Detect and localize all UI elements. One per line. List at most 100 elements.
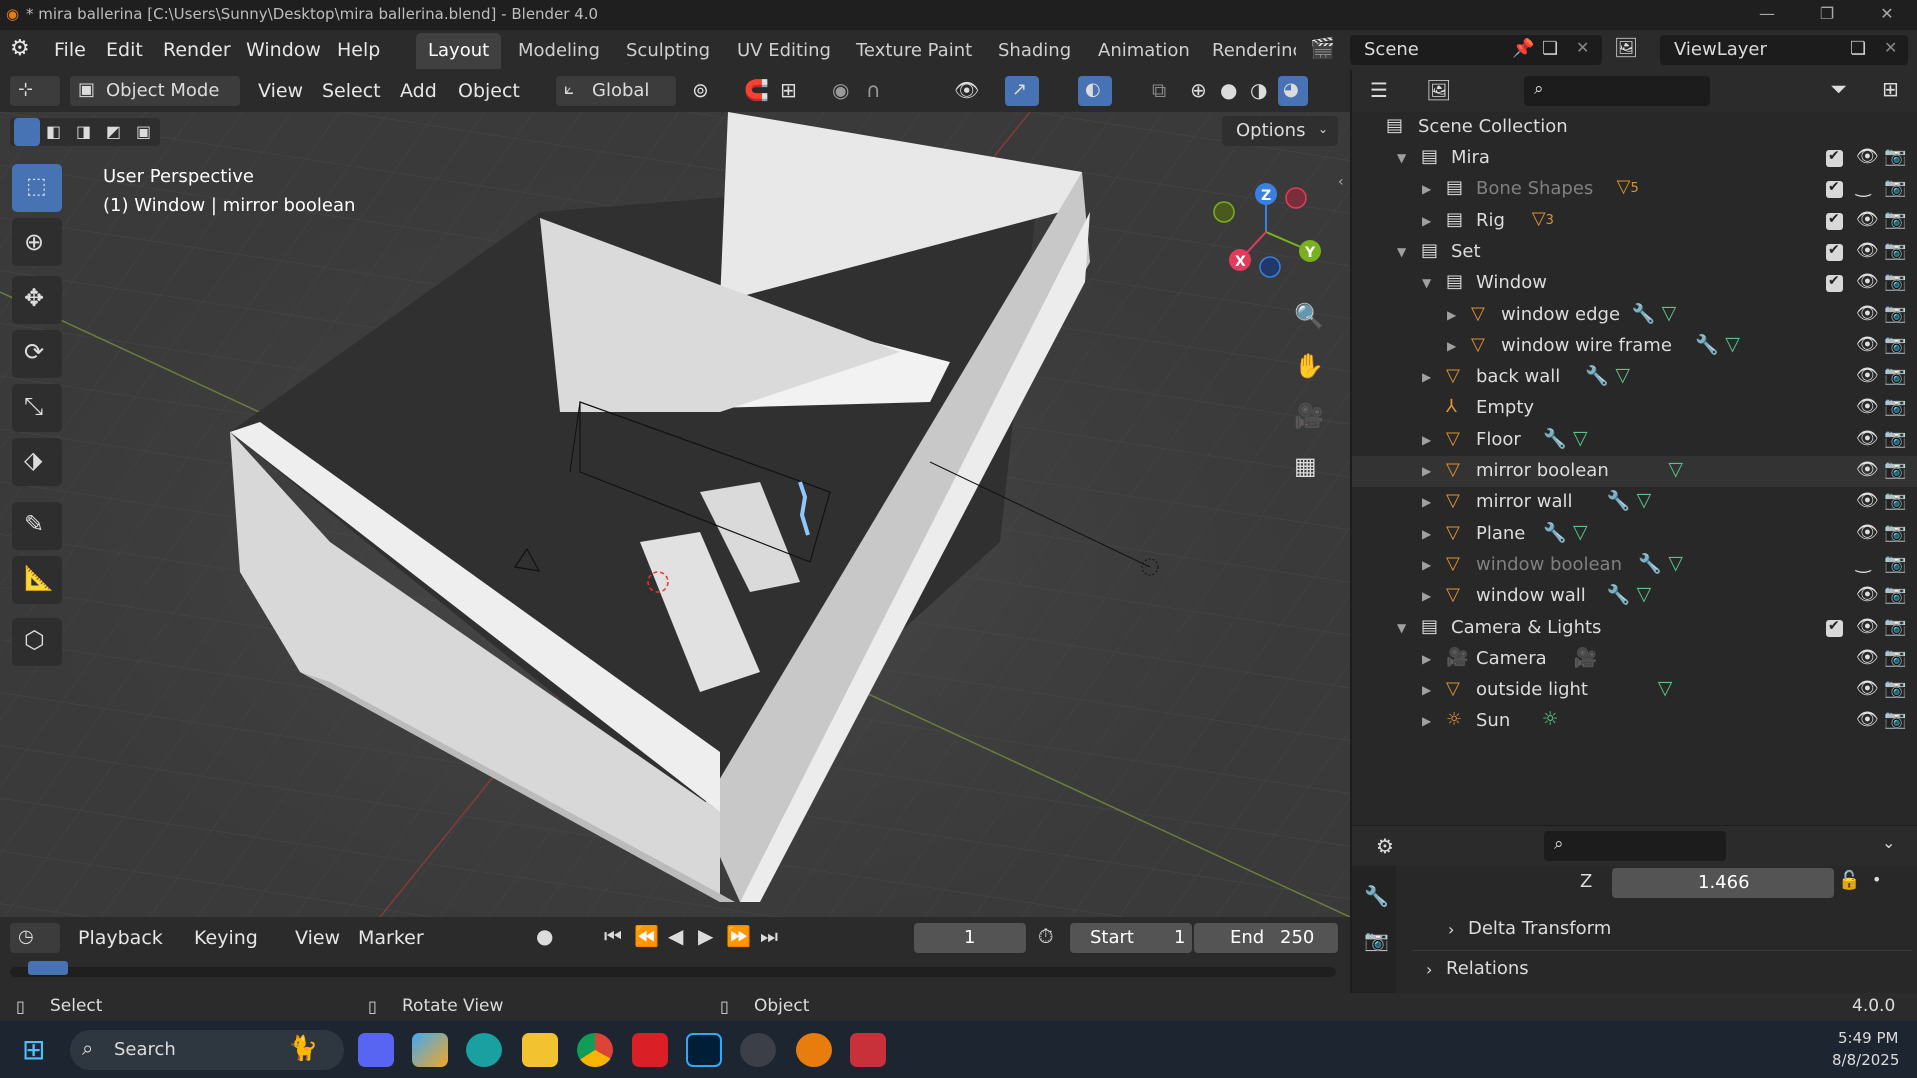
transform-orientation-dropdown[interactable]: ⟀ Global <box>556 76 676 106</box>
outliner-row-window[interactable]: ▼ ▤ Window 👁📷 <box>1352 268 1917 299</box>
select-intersect-icon[interactable]: ▣ <box>136 122 151 141</box>
visibility-eye-icon[interactable]: ‿ <box>1856 177 1870 198</box>
editor-type-button[interactable]: ⊹ <box>10 76 60 106</box>
timeline-editor-type-button[interactable]: ◷ <box>10 923 60 953</box>
rotate-tool[interactable]: ⟳ <box>12 330 62 378</box>
tab-sculpting[interactable]: Sculpting <box>614 33 722 69</box>
file-explorer-icon[interactable] <box>522 1033 558 1067</box>
outliner-row-mira[interactable]: ▼ ▤ Mira 👁📷 <box>1352 143 1917 174</box>
outliner-row-scene-collection[interactable]: ▤ Scene Collection <box>1352 112 1917 143</box>
exclude-checkbox[interactable] <box>1826 179 1843 199</box>
snap-icon[interactable]: 🧲 <box>744 78 769 102</box>
delete-scene-icon[interactable]: ✕ <box>1576 38 1589 57</box>
select-subtract-icon[interactable]: ◨ <box>76 122 91 141</box>
outliner-row-mirror-wall[interactable]: ▶ ▽ mirror wall 🔧 ▽ 👁 📷 <box>1352 487 1917 518</box>
camera-view-icon[interactable]: 🎥 <box>1294 402 1324 430</box>
exclude-checkbox[interactable] <box>1826 273 1843 293</box>
visibility-eye-icon[interactable]: 👁 <box>1856 303 1879 324</box>
tab-shading[interactable]: Shading <box>986 33 1083 69</box>
menu-file[interactable]: File <box>54 39 86 61</box>
keyframe-dot-icon[interactable]: • <box>1872 870 1881 889</box>
view-layer-icon[interactable]: 🖼 <box>1614 36 1638 59</box>
select-new-icon[interactable] <box>14 118 40 146</box>
tab-texture-paint[interactable]: Texture Paint <box>844 33 984 69</box>
visibility-eye-icon[interactable]: ‿ <box>1856 553 1870 574</box>
record-icon[interactable]: ● <box>536 924 553 948</box>
visibility-eye-icon[interactable]: 👁 <box>1856 240 1879 261</box>
snap-increment-icon[interactable]: ⊞ <box>780 78 797 102</box>
outliner-row-window-wall[interactable]: ▶ ▽ window wall 🔧 ▽ 👁 📷 <box>1352 581 1917 612</box>
timeline-menu-playback[interactable]: Playback <box>78 927 163 949</box>
expand-right-icon[interactable]: ▶ <box>1422 589 1431 603</box>
pivot-icon[interactable]: ⊚ <box>692 78 709 102</box>
outliner-row-empty[interactable]: ⅄ Empty 👁 📷 <box>1352 393 1917 424</box>
copilot-icon[interactable] <box>412 1033 448 1067</box>
render-camera-icon[interactable]: 📷 <box>1884 490 1906 511</box>
exclude-checkbox[interactable] <box>1826 148 1843 167</box>
transform-tool[interactable]: ⬗ <box>12 438 62 486</box>
visibility-icon[interactable]: 👁 <box>954 78 979 102</box>
outliner-row-camera-lights[interactable]: ▼ ▤ Camera & Lights 👁📷 <box>1352 613 1917 644</box>
snipping-tool-icon[interactable] <box>850 1033 886 1067</box>
expand-down-icon[interactable]: ▼ <box>1397 245 1406 259</box>
playhead[interactable] <box>28 961 68 975</box>
next-keyframe-icon[interactable]: ⏩ <box>726 924 751 948</box>
maximize-icon[interactable]: ❐ <box>1812 4 1842 23</box>
outliner-row-window-boolean[interactable]: ▶ ▽ window boolean 🔧 ▽ ‿ 📷 <box>1352 550 1917 581</box>
render-camera-icon[interactable]: 📷 <box>1884 709 1906 730</box>
expand-right-icon[interactable]: ▶ <box>1447 308 1456 322</box>
expand-right-icon[interactable]: ▶ <box>1422 433 1431 447</box>
render-camera-icon[interactable]: 📷 <box>1884 522 1906 543</box>
expand-right-icon[interactable]: ▶ <box>1422 464 1431 478</box>
render-camera-icon[interactable]: 📷 <box>1884 240 1906 261</box>
expand-right-icon[interactable]: ▶ <box>1447 339 1456 353</box>
outliner-row-mirror-boolean[interactable]: ▶ ▽ mirror boolean ▽ 👁 📷 <box>1352 456 1917 487</box>
relations-panel[interactable]: Relations <box>1446 958 1529 979</box>
select-invert-icon[interactable]: ◩ <box>106 122 121 141</box>
annotate-tool[interactable]: ✎ <box>12 502 62 550</box>
wireframe-shading-icon[interactable]: ⊕ <box>1190 78 1207 102</box>
viewport-menu-object[interactable]: Object <box>458 80 520 102</box>
material-shading-icon[interactable]: ◑ <box>1250 78 1267 102</box>
outliner-row-set[interactable]: ▼ ▤ Set 👁📷 <box>1352 237 1917 268</box>
expand-right-icon[interactable]: ▶ <box>1422 652 1431 666</box>
new-view-layer-icon[interactable]: ❏ <box>1850 38 1866 59</box>
render-camera-icon[interactable]: 📷 <box>1884 177 1906 198</box>
pin-icon[interactable]: 📌 <box>1512 38 1534 59</box>
app-icon[interactable] <box>740 1033 776 1067</box>
blender-menu-icon[interactable]: ⚙ <box>10 36 30 61</box>
3d-viewport[interactable]: Z Y X ◧ ◨ ◩ ▣ Options ⌄ User Perspective… <box>0 112 1350 917</box>
new-collection-icon[interactable]: ⊞ <box>1882 77 1899 101</box>
viewport-menu-add[interactable]: Add <box>400 80 437 102</box>
chevron-down-icon[interactable]: ⌄ <box>1882 833 1895 852</box>
visibility-eye-icon[interactable]: 👁 <box>1856 146 1879 167</box>
render-camera-icon[interactable]: 📷 <box>1884 334 1906 355</box>
expand-right-icon[interactable]: ▶ <box>1422 683 1431 697</box>
outliner-row-rig[interactable]: ▶ ▤ Rig ▽3 👁📷 <box>1352 206 1917 237</box>
properties-editor-type-icon[interactable]: ⚙ <box>1376 834 1394 858</box>
timeline-menu-keying[interactable]: Keying <box>194 927 258 949</box>
lock-icon[interactable]: 🔓 <box>1838 870 1860 891</box>
scale-tool[interactable]: ⤡ <box>12 384 62 432</box>
cursor-tool[interactable]: ⊕ <box>12 218 62 266</box>
menu-render[interactable]: Render <box>163 39 231 61</box>
expand-down-icon[interactable]: ▼ <box>1397 151 1406 165</box>
visibility-eye-icon[interactable]: 👁 <box>1856 396 1879 417</box>
expand-down-icon[interactable]: ▼ <box>1397 621 1406 635</box>
visibility-eye-icon[interactable]: 👁 <box>1856 616 1879 637</box>
render-camera-icon[interactable]: 📷 <box>1884 647 1906 668</box>
falloff-icon[interactable]: ∩ <box>866 78 881 102</box>
current-frame-field[interactable]: 1 <box>914 923 1026 953</box>
solid-shading-icon[interactable]: ● <box>1220 78 1237 102</box>
sidebar-toggle-icon[interactable]: ‹ <box>1338 174 1344 190</box>
outliner-editor-type-icon[interactable]: ☰ <box>1370 78 1388 102</box>
visibility-eye-icon[interactable]: 👁 <box>1856 428 1879 449</box>
creative-cloud-icon[interactable] <box>632 1033 668 1067</box>
select-box-tool[interactable]: ⬚ <box>12 164 62 212</box>
view-layer-field[interactable]: ViewLayer ❏ ✕ <box>1660 35 1908 65</box>
exclude-checkbox[interactable] <box>1826 618 1843 637</box>
new-scene-icon[interactable]: ❏ <box>1542 38 1558 59</box>
expand-right-icon[interactable]: ▶ <box>1422 214 1431 228</box>
expand-right-icon[interactable]: ▶ <box>1422 558 1431 572</box>
play-icon[interactable]: ▶ <box>698 924 713 948</box>
